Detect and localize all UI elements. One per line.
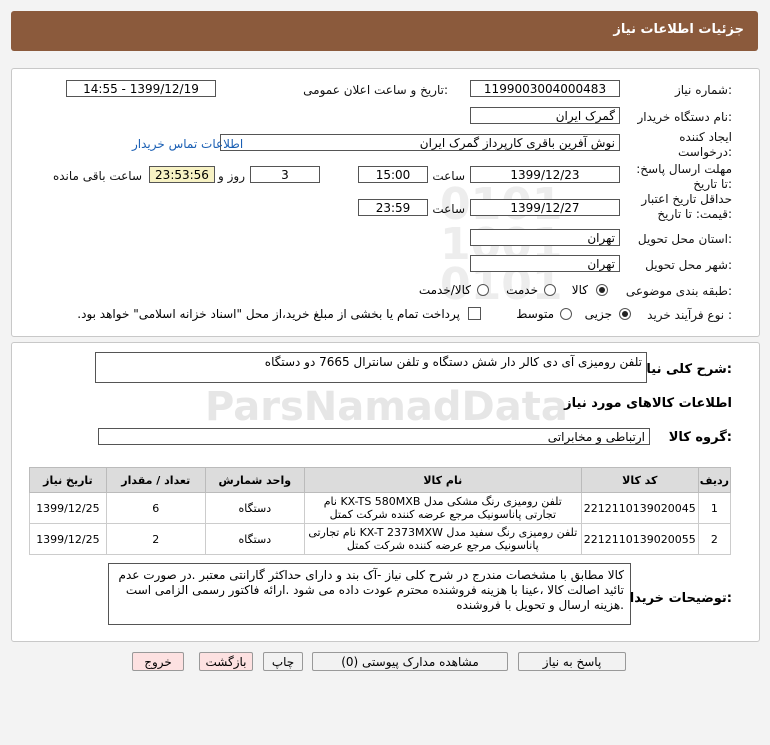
row-name: تلفن رومیزی رنگ سفید مدل KX-T 2373MXW نا…	[303, 523, 582, 555]
days-field: 3	[250, 166, 320, 183]
print-button[interactable]: چاپ	[263, 652, 303, 671]
table-row: 1 2212110139020045 تلفن رومیزی رنگ مشکی …	[29, 492, 732, 524]
category-goods-radio[interactable]	[596, 284, 608, 296]
buyer-notes-label: توضیحات خریدار:	[622, 591, 732, 606]
need-number-label: شماره نیاز:	[674, 83, 732, 97]
goods-table-header: ردیف کد کالا نام کالا واحد شمارش تعداد /…	[29, 467, 732, 493]
province-field: تهران	[470, 229, 620, 246]
description-box: تلفن رومیزی آی دی کالر دار شش دستگاه و ت…	[95, 352, 647, 383]
deadline-label: مهلت ارسال پاسخ: تا تاریخ:	[636, 162, 732, 191]
col-unit: واحد شمارش	[204, 467, 305, 493]
deadline-date-field: 1399/12/23	[470, 166, 620, 183]
buyer-notes-box: کالا مطابق با مشخصات مندرج در شرح کلی نی…	[108, 563, 631, 625]
announce-label: تاریخ و ساعت اعلان عمومی:	[303, 83, 448, 97]
row-index: 1	[697, 492, 732, 524]
category-both-label: کالا/خدمت	[418, 283, 471, 297]
row-unit: دستگاه	[204, 523, 305, 555]
description-label: شرح کلی نیاز:	[638, 362, 732, 377]
category-goods-label: کالا	[571, 283, 588, 297]
row-code: 2212110139020045	[580, 492, 699, 524]
goods-table: ردیف کد کالا نام کالا واحد شمارش تعداد /…	[29, 467, 732, 555]
row-date: 1399/12/25	[29, 492, 107, 524]
process-medium-label: متوسط	[516, 307, 554, 321]
validity-time-field: 23:59	[358, 199, 428, 216]
page-header: جزئیات اطلاعات نیاز	[11, 11, 758, 51]
category-both-radio[interactable]	[477, 284, 489, 296]
col-name: نام کالا	[303, 467, 582, 493]
city-label: شهر محل تحویل:	[645, 258, 732, 272]
creator-field: نوش آفرین باقری کارپرداز گمرک ایران	[220, 134, 620, 151]
remaining-label: ساعت باقی مانده	[52, 169, 142, 183]
goods-heading: اطلاعات کالاهای مورد نیاز	[564, 396, 732, 411]
row-name: تلفن رومیزی رنگ مشکی مدل KX-TS 580MXB نا…	[303, 492, 582, 524]
buyer-notes-text: کالا مطابق با مشخصات مندرج در شرح کلی نی…	[118, 568, 624, 612]
buyer-org-label: نام دستگاه خریدار:	[637, 110, 733, 124]
category-service-label: خدمت	[506, 283, 538, 297]
validity-label: حداقل تاریخ اعتبار قیمت: تا تاریخ:	[641, 192, 732, 221]
back-button[interactable]: بازگشت	[199, 652, 253, 671]
validity-time-label: ساعت	[432, 202, 465, 216]
days-label: روز و	[218, 169, 245, 183]
goods-group-label: گروه کالا:	[668, 430, 732, 445]
buyer-org-field: گمرک ایران	[470, 107, 620, 124]
process-small-radio[interactable]	[619, 308, 631, 320]
attachments-button[interactable]: مشاهده مدارک پیوستی (0)	[312, 652, 508, 671]
row-index: 2	[697, 523, 732, 555]
row-qty: 2	[105, 523, 206, 555]
need-number-field: 1199003004000483	[470, 80, 620, 97]
deadline-time-label: ساعت	[432, 169, 465, 183]
col-date: تاریخ نیاز	[29, 467, 107, 493]
description-text: تلفن رومیزی آی دی کالر دار شش دستگاه و ت…	[264, 355, 642, 369]
goods-group-field: ارتباطی و مخابراتی	[98, 428, 650, 445]
process-small-label: جزیی	[584, 307, 612, 321]
row-date: 1399/12/25	[29, 523, 107, 555]
reply-button[interactable]: پاسخ به نیاز	[518, 652, 626, 671]
validity-date-field: 1399/12/27	[470, 199, 620, 216]
category-service-radio[interactable]	[544, 284, 556, 296]
col-row: ردیف	[697, 467, 732, 493]
category-label: طبقه بندی موضوعی:	[625, 284, 732, 298]
page-title: جزئیات اطلاعات نیاز	[613, 22, 744, 37]
process-medium-radio[interactable]	[560, 308, 572, 320]
deadline-time-field: 15:00	[358, 166, 428, 183]
treasury-payment-checkbox[interactable]	[468, 307, 481, 320]
row-qty: 6	[105, 492, 206, 524]
exit-button[interactable]: خروج	[132, 652, 184, 671]
table-row: 2 2212110139020055 تلفن رومیزی رنگ سفید …	[29, 523, 732, 555]
remaining-time-field: 23:53:56	[149, 166, 215, 183]
buyer-contact-link[interactable]: اطلاعات تماس خریدار	[132, 137, 243, 151]
treasury-payment-note: پرداخت تمام یا بخشی از مبلغ خرید،از محل …	[77, 307, 460, 321]
col-qty: تعداد / مقدار	[105, 467, 206, 493]
announce-field: 1399/12/19 - 14:55	[66, 80, 216, 97]
col-code: کد کالا	[580, 467, 699, 493]
row-code: 2212110139020055	[580, 523, 699, 555]
province-label: استان محل تحویل:	[637, 232, 732, 246]
process-label: نوع فرآیند خرید :	[647, 308, 732, 322]
creator-label: ایجاد کننده درخواست:	[678, 130, 732, 159]
city-field: تهران	[470, 255, 620, 272]
row-unit: دستگاه	[204, 492, 305, 524]
